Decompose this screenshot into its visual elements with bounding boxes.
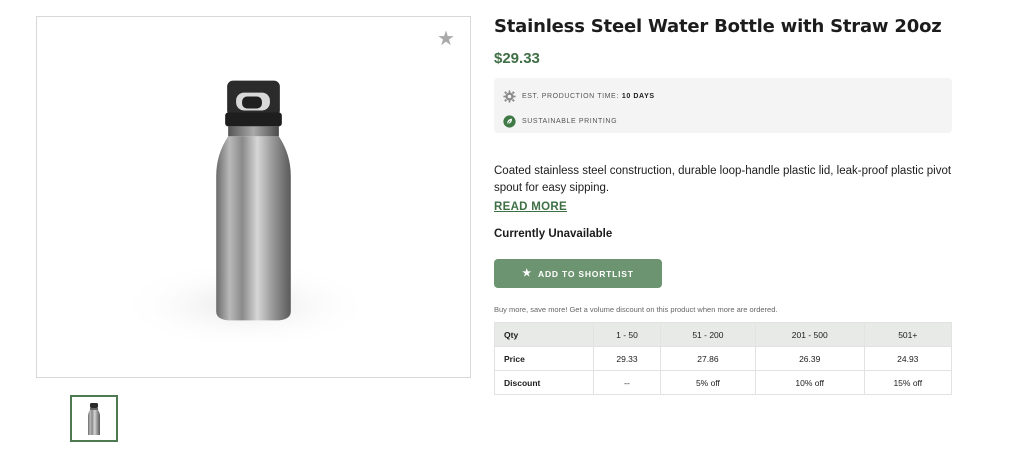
table-header-cell: 1 - 50 [593,322,661,347]
thumbnail-image [88,403,100,435]
table-cell: 5% off [660,370,756,395]
production-time-row: EST. PRODUCTION TIME: 10 DAYS [503,86,943,106]
product-image [116,80,376,351]
table-cell: 29.33 [593,346,661,371]
table-header-row: Qty 1 - 50 51 - 200 201 - 500 501+ [494,322,953,347]
add-to-shortlist-label: ADD TO SHORTLIST [538,268,634,279]
table-header-cell: 501+ [863,322,953,347]
table-header-cell: 51 - 200 [660,322,756,347]
product-info: Stainless Steel Water Bottle with Straw … [494,16,953,395]
add-to-shortlist-button[interactable]: ★ ADD TO SHORTLIST [494,259,662,288]
production-time-label: EST. PRODUCTION TIME: [522,92,619,100]
product-title: Stainless Steel Water Bottle with Straw … [494,16,942,37]
production-time-value: 10 DAYS [621,92,655,100]
volume-pricing-table: Qty 1 - 50 51 - 200 201 - 500 501+ Price… [494,322,953,395]
product-price: $29.33 [494,50,540,67]
table-cell: Discount [494,370,594,395]
sustainable-row: SUSTAINABLE PRINTING [503,111,943,131]
product-description: Coated stainless steel construction, dur… [494,165,952,194]
table-cell: 10% off [754,370,865,395]
gear-icon [503,89,516,103]
table-cell: 15% off [863,370,953,395]
table-cell: Price [494,346,594,371]
table-cell: 27.86 [660,346,756,371]
product-meta-box: EST. PRODUCTION TIME: 10 DAYS SUSTAINABL… [494,78,952,133]
table-row: Price 29.33 27.86 26.39 24.93 [494,346,953,371]
read-more-link[interactable]: READ MORE [494,201,567,213]
table-cell: 26.39 [754,346,865,371]
table-cell: 24.93 [863,346,953,371]
product-image-gallery: ★ [36,16,471,378]
volume-discount-note: Buy more, save more! Get a volume discou… [494,305,778,314]
star-icon: ★ [522,268,532,279]
table-header-cell: Qty [494,322,594,347]
favorite-star-icon[interactable]: ★ [436,29,456,49]
leaf-icon [503,114,516,128]
table-row: Discount -- 5% off 10% off 15% off [494,370,953,395]
sustainable-label: SUSTAINABLE PRINTING [522,117,618,125]
thumbnail-bottle[interactable] [70,395,118,442]
table-header-cell: 201 - 500 [754,322,865,347]
availability-status: Currently Unavailable [494,228,613,240]
table-cell: -- [593,370,661,395]
